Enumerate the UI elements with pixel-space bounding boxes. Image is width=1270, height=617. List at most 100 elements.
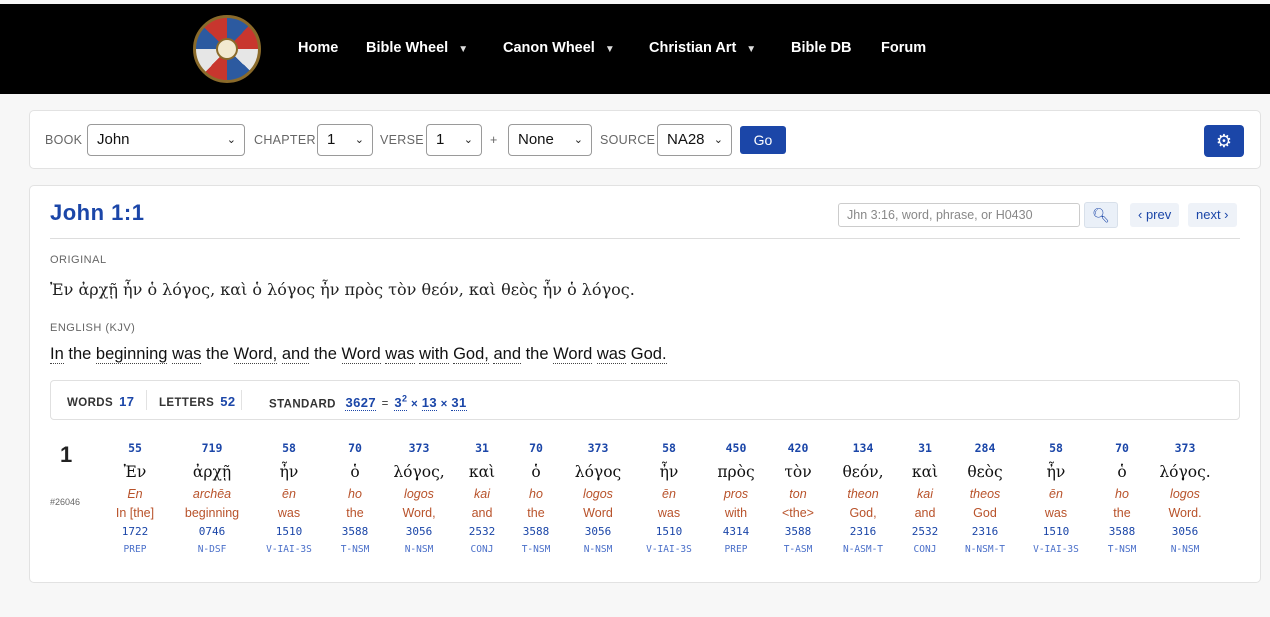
nav-home[interactable]: Home xyxy=(298,40,338,56)
english-word-link[interactable]: In xyxy=(50,345,64,364)
chapter-select-value: 1 xyxy=(327,131,336,148)
strongs-number: 3056 xyxy=(584,525,612,538)
verse-select[interactable]: 1 ⌄ xyxy=(426,124,482,156)
prev-button[interactable]: ‹ prev xyxy=(1130,203,1180,227)
english-word-link[interactable]: Word, xyxy=(233,345,278,364)
english-word-link[interactable]: God, xyxy=(453,345,489,364)
book-label: BOOK xyxy=(45,133,83,147)
chevron-down-icon: ⌄ xyxy=(226,134,236,146)
english-word: the xyxy=(313,345,337,363)
chapter-select[interactable]: 1 ⌄ xyxy=(317,124,373,156)
range-select[interactable]: None ⌄ xyxy=(508,124,592,156)
standard-value-link[interactable]: 3627 xyxy=(345,395,377,412)
letters-label: LETTERS xyxy=(159,397,215,409)
chevron-down-icon: ▼ xyxy=(604,44,615,55)
morphology-code: N-NSM-T xyxy=(964,544,1006,555)
source-select[interactable]: NA28 ⌄ xyxy=(657,124,732,156)
strongs-number: 1722 xyxy=(121,525,149,538)
letters-value: 52 xyxy=(220,394,236,409)
english-word-link[interactable]: beginning xyxy=(95,345,168,364)
verse-panel: John 1:1 Jhn 3:16, word, phrase, or H043… xyxy=(29,185,1261,583)
words-stat: WORDS 17 xyxy=(67,394,134,409)
morphology-code: PREP xyxy=(123,544,147,555)
nav-bible-wheel[interactable]: Bible Wheel ▼ xyxy=(366,40,468,56)
next-button[interactable]: next › xyxy=(1188,203,1237,227)
chevron-down-icon: ▼ xyxy=(458,44,469,55)
english-text: In the beginning was the Word, and the W… xyxy=(50,345,667,364)
source-select-value: NA28 xyxy=(667,131,705,148)
greek-word: λόγος xyxy=(574,463,622,481)
go-button[interactable]: Go xyxy=(740,126,786,154)
interlinear-word[interactable]: 55 Ἐν En In [the] 1722 PREP xyxy=(95,441,175,559)
english-word-link[interactable]: was xyxy=(385,345,415,364)
strongs-number: 2316 xyxy=(971,525,999,538)
english-word: the xyxy=(525,345,549,363)
english-word-link[interactable]: was xyxy=(172,345,202,364)
english-word-link[interactable]: and xyxy=(493,345,521,364)
interlinear-word[interactable]: 719 ἀρχῇ archēa beginning 0746 N-DSF xyxy=(172,441,252,559)
chevron-down-icon: ⌄ xyxy=(354,134,364,146)
verse-select-value: 1 xyxy=(436,131,445,148)
nav-christian-art[interactable]: Christian Art ▼ xyxy=(649,40,756,56)
stat-divider xyxy=(146,390,147,410)
morphology-code: N-NSM xyxy=(1170,544,1200,555)
english-word-link[interactable]: was xyxy=(596,345,627,364)
verse-id: #26046 xyxy=(50,497,81,507)
settings-button[interactable]: ⚙ xyxy=(1204,125,1244,157)
source-label: SOURCE xyxy=(600,133,656,147)
verse-label: VERSE xyxy=(380,133,424,147)
english-word-link[interactable]: Word xyxy=(553,345,593,364)
letters-stat: LETTERS 52 xyxy=(159,394,235,409)
interlinear-word[interactable]: 284 θεὸς theos God 2316 N-NSM-T xyxy=(945,441,1025,559)
chevron-down-icon: ⌄ xyxy=(463,134,473,146)
nav-home-label: Home xyxy=(298,40,339,56)
nav-bible-db[interactable]: Bible DB xyxy=(791,40,851,56)
words-label: WORDS xyxy=(67,397,114,409)
stat-divider xyxy=(241,390,242,410)
nav-canon-wheel[interactable]: Canon Wheel ▼ xyxy=(503,40,615,56)
title-divider xyxy=(50,238,1240,239)
nav-forum-label: Forum xyxy=(881,40,927,56)
english-label: ENGLISH (KJV) xyxy=(50,322,136,334)
factor-link[interactable]: 32 xyxy=(394,394,408,412)
search-icon: 🔍︎ xyxy=(1092,207,1110,223)
english-gloss: In [the] xyxy=(115,506,155,520)
search-button[interactable]: 🔍︎ xyxy=(1084,202,1118,228)
factor-link[interactable]: 31 xyxy=(451,395,467,412)
interlinear-word[interactable]: 373 λόγος. logos Word. 3056 N-NSM xyxy=(1145,441,1225,559)
transliteration: logos xyxy=(1170,487,1200,501)
stats-bar: WORDS 17 LETTERS 52 STANDARD 3627 = 32 × 1… xyxy=(50,380,1240,420)
nav-christian-art-label: Christian Art xyxy=(649,40,737,56)
factor-link[interactable]: 13 xyxy=(421,395,438,412)
english-word-link[interactable]: and xyxy=(281,345,310,364)
original-text: Ἐν ἀρχῇ ἦν ὁ λόγος, καὶ ὁ λόγος ἦν πρὸς … xyxy=(50,280,635,299)
book-select[interactable]: John ⌄ xyxy=(87,124,245,156)
gematria-value: 373 xyxy=(587,441,609,455)
interlinear-word[interactable]: 373 λόγος logos Word 3056 N-NSM xyxy=(558,441,638,559)
verse-number: 1 xyxy=(60,442,73,467)
english-word-link[interactable]: Word xyxy=(341,345,381,364)
search-input[interactable]: Jhn 3:16, word, phrase, or H0430 xyxy=(838,203,1080,227)
factor-exponent: 2 xyxy=(402,394,408,404)
site-logo[interactable] xyxy=(193,15,261,83)
english-gloss: beginning xyxy=(184,506,240,520)
times-sign: × xyxy=(411,398,419,411)
english-word: the xyxy=(206,345,229,363)
chapter-label: CHAPTER xyxy=(254,133,316,147)
english-word-link[interactable]: with xyxy=(419,345,449,364)
strongs-number: 3056 xyxy=(1171,525,1199,538)
transliteration: archēa xyxy=(192,487,232,501)
english-word-link[interactable]: God. xyxy=(630,345,667,364)
book-select-value: John xyxy=(97,131,130,148)
nav-bible-db-label: Bible DB xyxy=(791,40,852,56)
original-label: ORIGINAL xyxy=(50,254,107,266)
strongs-number: 0746 xyxy=(198,525,226,538)
page-footer xyxy=(0,600,1270,617)
english-gloss: Word xyxy=(583,506,613,520)
transliteration: theos xyxy=(969,487,1001,501)
nav-forum[interactable]: Forum xyxy=(881,40,926,56)
gematria-value: 719 xyxy=(201,441,223,455)
english-gloss: God xyxy=(973,506,997,520)
greek-word: λόγος. xyxy=(1159,463,1211,481)
times-sign: × xyxy=(440,398,448,411)
